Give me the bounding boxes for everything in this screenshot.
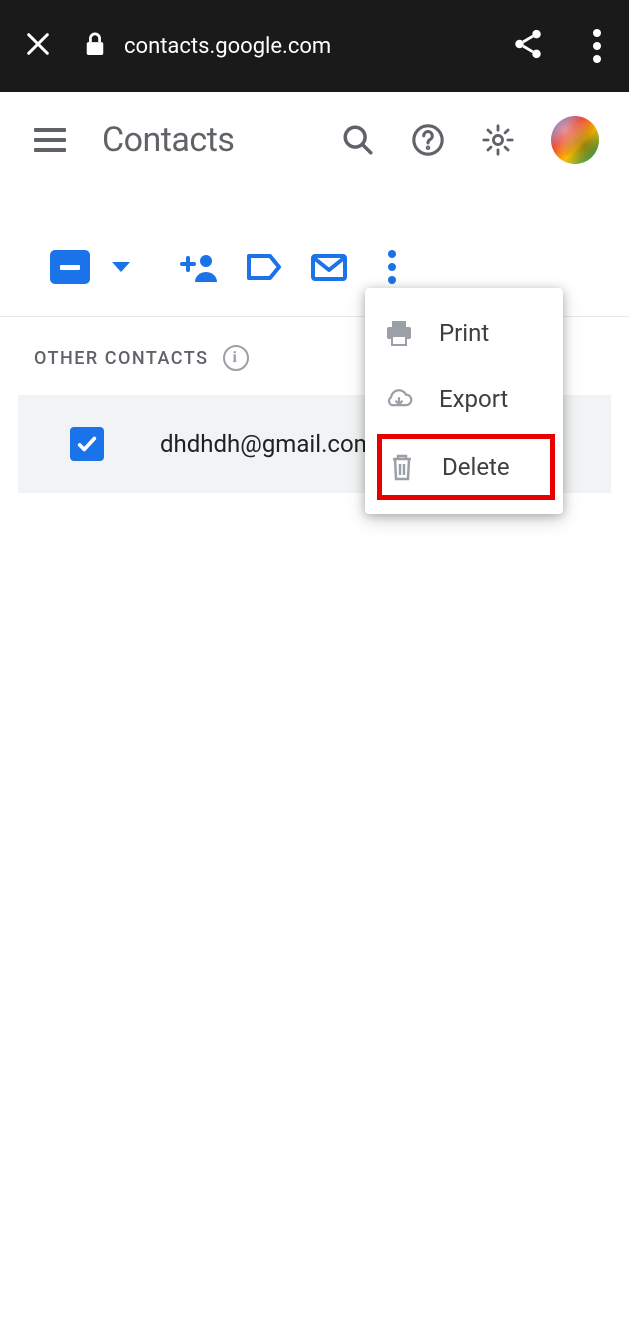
menu-item-export[interactable]: Export: [365, 366, 563, 432]
actions-dropdown: Print Export Delete: [365, 288, 563, 514]
select-all-toggle[interactable]: [50, 250, 90, 284]
menu-label: Delete: [442, 453, 510, 481]
app-title: Contacts: [102, 120, 305, 160]
label-icon[interactable]: [246, 252, 282, 282]
help-icon[interactable]: [411, 123, 445, 157]
browser-more-icon[interactable]: [589, 25, 605, 67]
close-icon[interactable]: [24, 28, 52, 64]
section-title: OTHER CONTACTS: [34, 348, 209, 369]
menu-item-print[interactable]: Print: [365, 300, 563, 366]
settings-icon[interactable]: [481, 123, 515, 157]
account-avatar[interactable]: [551, 116, 599, 164]
add-person-icon[interactable]: [178, 252, 218, 282]
menu-label: Export: [439, 385, 508, 413]
lock-icon: [84, 31, 106, 61]
select-dropdown-icon[interactable]: [112, 262, 130, 272]
share-icon[interactable]: [511, 27, 545, 65]
print-icon: [385, 320, 413, 346]
info-icon[interactable]: i: [223, 345, 249, 371]
menu-item-delete[interactable]: Delete: [377, 434, 555, 500]
menu-icon[interactable]: [34, 128, 66, 152]
contact-email: dhdhdh@gmail.com: [160, 430, 375, 458]
app-bar: Contacts: [0, 92, 629, 188]
more-actions-icon[interactable]: [380, 246, 404, 288]
browser-bar: contacts.google.com: [0, 0, 629, 92]
menu-label: Print: [439, 319, 489, 347]
email-icon[interactable]: [310, 252, 348, 282]
trash-icon: [388, 453, 416, 481]
cloud-download-icon: [385, 387, 413, 411]
search-icon[interactable]: [341, 123, 375, 157]
contact-checkbox[interactable]: [70, 427, 104, 461]
url-text[interactable]: contacts.google.com: [124, 34, 487, 59]
